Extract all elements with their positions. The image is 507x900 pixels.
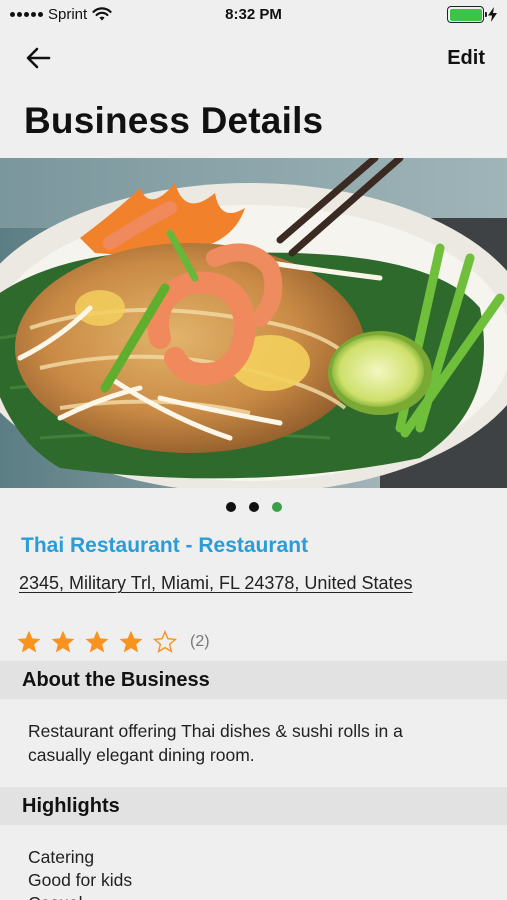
back-button[interactable] <box>20 42 56 74</box>
pager-dot[interactable] <box>225 502 236 512</box>
star-filled-icon <box>85 630 109 653</box>
star-rating[interactable]: (2) <box>16 629 210 655</box>
battery-icon <box>447 6 487 23</box>
image-pager[interactable] <box>0 502 507 512</box>
pad-thai-photo <box>0 158 507 488</box>
star-filled-icon <box>119 630 143 653</box>
about-section-header: About the Business <box>0 661 507 699</box>
highlight-item: Catering <box>28 847 95 867</box>
status-right <box>447 6 497 23</box>
highlight-item: Good for kids <box>28 870 133 890</box>
edit-button[interactable]: Edit <box>447 47 485 70</box>
navigation-bar: Edit <box>0 30 507 90</box>
charging-bolt-icon <box>488 7 497 22</box>
highlight-item: Casual <box>28 892 132 900</box>
star-filled-icon <box>17 630 41 653</box>
business-photo[interactable] <box>0 158 507 488</box>
star-filled-icon <box>51 630 75 653</box>
highlights-list: Catering Good for kids Casual <box>28 846 132 900</box>
pager-dot-active[interactable] <box>271 502 282 512</box>
page-title: Business Details <box>24 100 324 141</box>
review-count[interactable]: (2) <box>190 633 210 651</box>
pager-dot[interactable] <box>248 502 259 512</box>
status-bar: Sprint 8:32 PM <box>0 0 507 30</box>
star-empty-icon <box>152 629 178 654</box>
business-address-link[interactable]: 2345, Military Trl, Miami, FL 24378, Uni… <box>19 571 419 595</box>
status-time: 8:32 PM <box>225 6 282 23</box>
highlights-section-header: Highlights <box>0 787 507 825</box>
about-description: Restaurant offering Thai dishes & sushi … <box>28 721 403 765</box>
arrow-left-icon <box>26 47 51 69</box>
business-name: Thai Restaurant - Restaurant <box>21 534 309 557</box>
